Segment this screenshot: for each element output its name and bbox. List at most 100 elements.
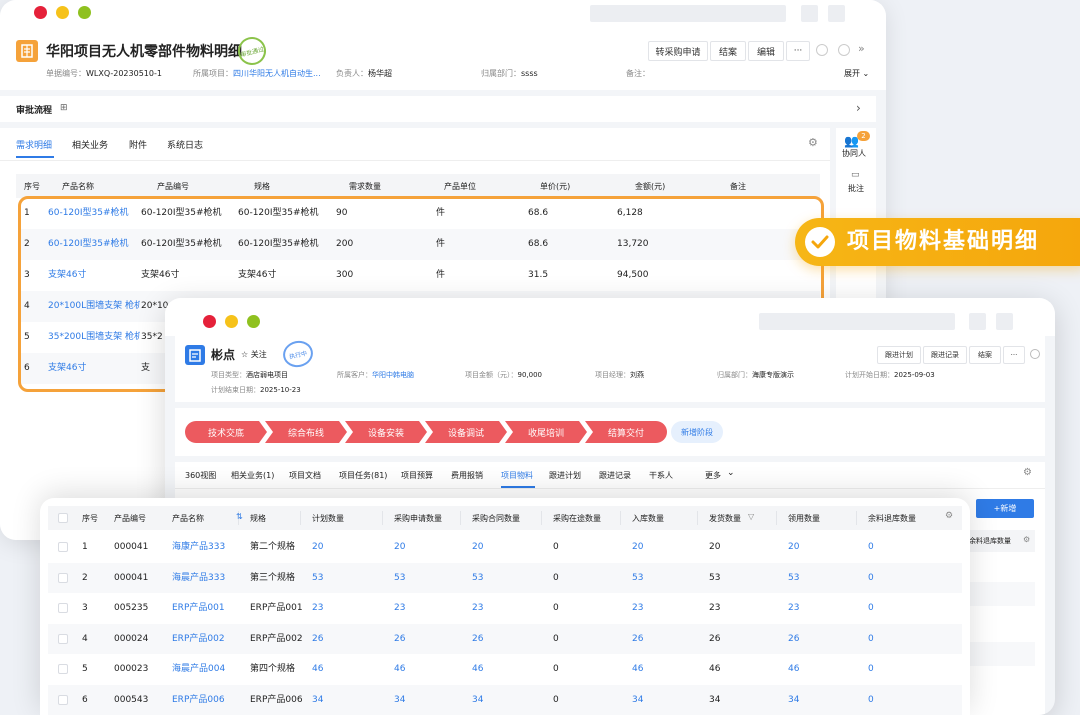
quantity-link[interactable]: 23	[394, 593, 405, 623]
collaborator-label[interactable]: 协同人	[842, 148, 866, 159]
col-divider[interactable]	[541, 511, 542, 525]
settings-gear-icon[interactable]: ⚙	[1023, 535, 1030, 544]
approval-bar[interactable]: 审批流程 ⊞ ›	[0, 96, 876, 122]
project-tab[interactable]: 更多	[705, 470, 721, 481]
minimize-dot[interactable]	[225, 315, 238, 328]
quantity-link[interactable]: 20	[312, 532, 323, 562]
quantity-link[interactable]: 23	[632, 593, 643, 623]
row-checkbox[interactable]	[58, 694, 68, 705]
more-button[interactable]: ···	[786, 41, 810, 61]
quantity-link[interactable]: 46	[312, 654, 323, 684]
product-name-link[interactable]: 海晨产品333	[172, 563, 225, 593]
project-tab[interactable]: 干系人	[649, 470, 673, 481]
quantity-link[interactable]: 53	[788, 563, 799, 593]
project-tab[interactable]: 相关业务(1)	[231, 470, 274, 481]
edit-button[interactable]: 编辑	[748, 41, 784, 61]
stage-item[interactable]: 结算交付	[585, 421, 667, 443]
expand-toggle[interactable]: 展开 ⌄	[844, 68, 869, 79]
settings-gear-icon[interactable]: ⚙	[945, 511, 953, 521]
comment-label[interactable]: 批注	[848, 183, 864, 194]
project-tab[interactable]: 跟进计划	[549, 470, 581, 481]
project-tab[interactable]: 项目任务(81)	[339, 470, 387, 481]
stage-item[interactable]: 设备安装	[345, 421, 427, 443]
settings-gear-icon[interactable]: ⚙	[1023, 467, 1032, 478]
col-divider[interactable]	[856, 511, 857, 525]
product-name-link[interactable]: ERP产品006	[172, 685, 225, 715]
quantity-link[interactable]: 0	[868, 654, 874, 684]
close-case-button[interactable]: 结案	[969, 346, 1001, 364]
close-case-button[interactable]: 结案	[710, 41, 746, 61]
maximize-dot[interactable]	[247, 315, 260, 328]
add-stage-button[interactable]: 新增阶段	[671, 421, 723, 443]
quantity-link[interactable]: 53	[472, 563, 483, 593]
quantity-link[interactable]: 20	[632, 532, 643, 562]
quantity-link[interactable]: 34	[394, 685, 405, 715]
quantity-link[interactable]: 34	[788, 685, 799, 715]
filter-icon[interactable]: ▽	[748, 512, 754, 521]
refresh-icon[interactable]	[816, 44, 828, 56]
quantity-link[interactable]: 53	[632, 563, 643, 593]
minimize-dot[interactable]	[56, 6, 69, 19]
quantity-link[interactable]: 46	[788, 654, 799, 684]
quantity-link[interactable]: 46	[472, 654, 483, 684]
chevron-right-icon[interactable]: ›	[856, 101, 861, 115]
project-tab[interactable]: 费用报销	[451, 470, 483, 481]
stage-item[interactable]: 综合布线	[265, 421, 347, 443]
close-dot[interactable]	[34, 6, 47, 19]
maximize-dot[interactable]	[78, 6, 91, 19]
quantity-link[interactable]: 53	[312, 563, 323, 593]
quantity-link[interactable]: 20	[394, 532, 405, 562]
quantity-link[interactable]: 26	[472, 624, 483, 654]
tab-attachments[interactable]: 附件	[129, 138, 147, 151]
quantity-link[interactable]: 23	[788, 593, 799, 623]
to-purchase-button[interactable]: 转采购申请	[648, 41, 708, 61]
comment-icon[interactable]: ▭	[851, 170, 860, 180]
quantity-link[interactable]: 26	[632, 624, 643, 654]
project-tab[interactable]: 项目预算	[401, 470, 433, 481]
quantity-link[interactable]: 23	[312, 593, 323, 623]
project-tab[interactable]: 项目物料	[501, 470, 533, 481]
quantity-link[interactable]: 26	[788, 624, 799, 654]
row-checkbox[interactable]	[58, 633, 68, 644]
quantity-link[interactable]: 0	[868, 563, 874, 593]
quantity-link[interactable]: 26	[394, 624, 405, 654]
quantity-link[interactable]: 34	[312, 685, 323, 715]
sort-icon[interactable]: ⇅	[236, 512, 243, 521]
quantity-link[interactable]: 20	[472, 532, 483, 562]
project-tab[interactable]: 项目文档	[289, 470, 321, 481]
project-link[interactable]: 四川华阳无人机自动生...	[233, 69, 321, 78]
row-checkbox[interactable]	[58, 603, 68, 613]
refresh-icon[interactable]	[1030, 349, 1040, 359]
follow-plan-button[interactable]: 跟进计划	[877, 346, 921, 364]
quantity-link[interactable]: 34	[472, 685, 483, 715]
tab-demand-detail[interactable]: 需求明细	[16, 138, 52, 151]
chevron-down-icon[interactable]: ⌄	[727, 468, 735, 478]
stage-item[interactable]: 技术交底	[185, 421, 267, 443]
quantity-link[interactable]: 0	[868, 624, 874, 654]
col-divider[interactable]	[382, 511, 383, 525]
tab-related-business[interactable]: 相关业务	[72, 138, 108, 151]
close-dot[interactable]	[203, 315, 216, 328]
follow-record-button[interactable]: 跟进记录	[923, 346, 967, 364]
product-name-link[interactable]: ERP产品001	[172, 593, 225, 623]
stage-item[interactable]: 收尾培训	[505, 421, 587, 443]
quantity-link[interactable]: 0	[868, 685, 874, 715]
stage-item[interactable]: 设备调试	[425, 421, 507, 443]
share-icon[interactable]	[838, 44, 850, 56]
quantity-link[interactable]: 0	[868, 532, 874, 562]
quantity-link[interactable]: 26	[312, 624, 323, 654]
follow-toggle[interactable]: ☆ 关注	[241, 349, 267, 360]
quantity-link[interactable]: 34	[632, 685, 643, 715]
product-name-link[interactable]: 海晨产品004	[172, 654, 225, 684]
more-button[interactable]: ···	[1003, 346, 1025, 364]
quantity-link[interactable]: 23	[472, 593, 483, 623]
tab-system-log[interactable]: 系统日志	[167, 138, 203, 151]
quantity-link[interactable]: 20	[788, 532, 799, 562]
customer-link[interactable]: 华阳中韩电脑	[372, 371, 414, 379]
col-divider[interactable]	[300, 511, 301, 525]
quantity-link[interactable]: 46	[632, 654, 643, 684]
quantity-link[interactable]: 46	[394, 654, 405, 684]
quantity-link[interactable]: 53	[394, 563, 405, 593]
settings-gear-icon[interactable]: ⚙	[808, 136, 818, 149]
col-divider[interactable]	[620, 511, 621, 525]
